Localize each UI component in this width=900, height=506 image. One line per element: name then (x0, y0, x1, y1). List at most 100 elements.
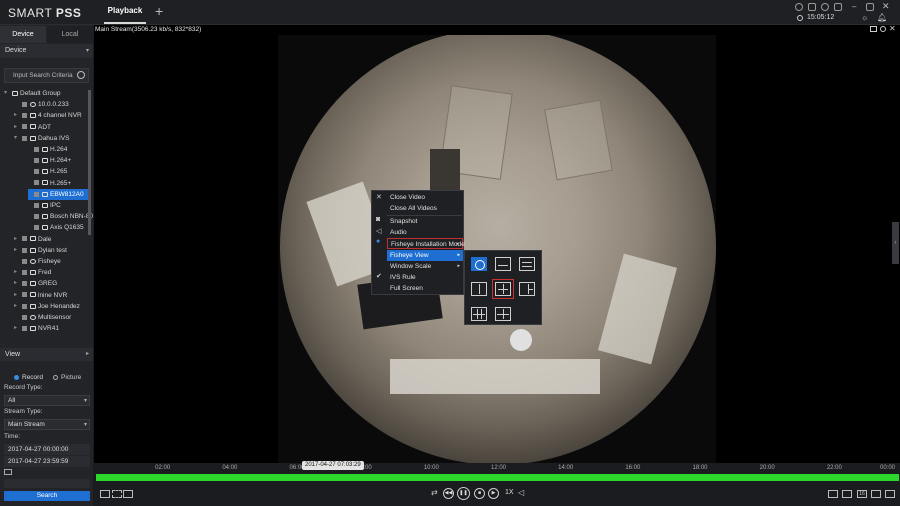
edit-layout-icon[interactable] (871, 490, 881, 498)
volume-icon[interactable]: ◁ (518, 488, 524, 497)
record-radio[interactable]: Record (14, 374, 43, 381)
fullscreen-icon[interactable] (885, 490, 895, 498)
expand-arrow-icon[interactable]: ▸ (14, 245, 17, 256)
rewind-icon[interactable]: ◀◀ (443, 488, 454, 499)
next-frame-icon[interactable]: ▶ (488, 488, 499, 499)
checkbox-icon[interactable] (22, 135, 27, 141)
tree-node[interactable]: EBW812A0 (28, 188, 90, 200)
picture-radio[interactable]: Picture (53, 374, 81, 381)
menu-fisheye-view[interactable]: Fisheye View ▸ (387, 250, 463, 261)
settings-icon[interactable] (821, 3, 829, 11)
tree-node[interactable]: ▸ Dale (14, 234, 51, 245)
checkbox-icon[interactable] (34, 169, 39, 175)
menu-fisheye-installation-mode[interactable]: Fisheye Installation Mode ▸ (387, 238, 465, 249)
view-original-icon[interactable] (471, 257, 487, 271)
tree-node[interactable]: Multisensor (22, 312, 71, 323)
checkbox-icon[interactable] (34, 146, 39, 152)
close-window-icon[interactable]: ✕ (882, 1, 890, 12)
search-icon[interactable] (77, 71, 85, 79)
tree-node[interactable]: ▸ ADT (14, 122, 51, 133)
tree-scrollbar[interactable] (88, 90, 91, 235)
checkbox-icon[interactable] (34, 225, 39, 231)
tree-node[interactable]: ▸ 4 channel NVR (14, 110, 82, 121)
checkbox-icon[interactable] (22, 325, 27, 331)
checkbox-icon[interactable] (34, 157, 39, 163)
layout-16-icon[interactable]: 16 (857, 490, 867, 498)
expand-arrow-icon[interactable]: ▸ (14, 278, 17, 289)
checkbox-icon[interactable] (22, 292, 27, 298)
view-1p4-icon[interactable] (492, 279, 514, 299)
tree-node[interactable]: H.265 (34, 166, 67, 177)
tree-node[interactable]: ▸ lnine NVR (14, 290, 67, 301)
tree-node[interactable]: ▸ NVR41 (14, 323, 59, 334)
menu-audio[interactable]: Audio (390, 227, 407, 238)
tree-node[interactable]: ▸ Fred (14, 267, 51, 278)
expand-arrow-icon[interactable]: ▸ (14, 267, 17, 278)
tree-node[interactable]: Bosch NBN-80 (34, 211, 93, 222)
search-button[interactable]: Search (4, 491, 90, 501)
menu-ivs-rule[interactable]: IVS Rule (390, 272, 416, 283)
tree-node[interactable]: ▾ Dahua IVS (14, 133, 69, 144)
checkbox-icon[interactable] (22, 236, 27, 242)
view-1p6-icon[interactable] (519, 282, 535, 296)
checkbox-icon[interactable] (22, 124, 27, 130)
tree-node[interactable]: ▸ Joe Henandez (14, 301, 80, 312)
expand-arrow-icon[interactable]: ▾ (14, 133, 17, 144)
view-panorama-icon[interactable] (495, 257, 511, 271)
user-icon[interactable] (795, 3, 803, 11)
expand-arrow-icon[interactable]: ▸ (14, 323, 17, 334)
tree-node[interactable]: Axis Q1635 (34, 222, 84, 233)
layout-9-icon[interactable] (842, 490, 852, 498)
playback-speed[interactable]: 1X (505, 489, 514, 496)
collapse-panel-handle[interactable]: ‹ (892, 222, 899, 264)
view-double-panorama-icon[interactable] (519, 257, 535, 271)
brightness-icon[interactable]: ☼ (861, 13, 868, 22)
zoom-icon[interactable] (880, 26, 886, 32)
pause-icon[interactable]: ❚❚ (457, 487, 470, 500)
device-section-header[interactable]: Device ▾ (0, 44, 93, 58)
expand-arrow-icon[interactable]: ▸ (14, 301, 17, 312)
menu-close-video[interactable]: Close Video (390, 192, 425, 203)
checkbox-icon[interactable] (22, 258, 27, 264)
menu-window-scale[interactable]: Window Scale ▸ (390, 261, 463, 272)
tree-node[interactable]: H.264+ (34, 155, 71, 166)
search-filter-field[interactable] (4, 479, 90, 488)
record-type-select[interactable]: All (4, 395, 90, 406)
expand-arrow-icon[interactable]: ▸ (14, 290, 17, 301)
help-icon[interactable] (834, 3, 842, 11)
checkbox-icon[interactable] (34, 213, 39, 219)
snapshot-icon[interactable] (870, 26, 877, 32)
expand-arrow-icon[interactable]: ▸ (14, 234, 17, 245)
tree-node[interactable]: 10.0.0.233 (22, 99, 69, 110)
checkbox-icon[interactable] (22, 314, 27, 320)
checkbox-icon[interactable] (34, 180, 39, 186)
calendar-icon[interactable] (4, 469, 12, 475)
layout-4-icon[interactable] (828, 490, 838, 498)
download-icon[interactable] (100, 490, 110, 498)
checkbox-icon[interactable] (22, 269, 27, 275)
clip-icon[interactable] (112, 490, 122, 498)
tab-local[interactable]: Local (47, 26, 93, 43)
checkbox-icon[interactable] (22, 113, 27, 119)
view-section-header[interactable]: View ▸ (0, 348, 93, 361)
checkbox-icon[interactable] (22, 247, 27, 253)
checkbox-icon[interactable] (34, 191, 39, 197)
minimize-icon[interactable]: – (852, 2, 856, 11)
tree-node[interactable]: ▾ Default Group (4, 88, 60, 99)
tree-node[interactable]: H.264 (34, 144, 67, 155)
tab-playback[interactable]: Playback (104, 0, 146, 24)
bell-icon[interactable]: 🔔︎ (877, 13, 887, 22)
lock-icon[interactable] (808, 3, 816, 11)
search-input[interactable]: Input Search Criteria (4, 68, 89, 83)
checkbox-icon[interactable] (22, 281, 27, 287)
checkbox-icon[interactable] (22, 303, 27, 309)
tree-node[interactable]: ▸ GREG (14, 278, 57, 289)
view-1p3-icon[interactable] (471, 282, 487, 296)
expand-arrow-icon[interactable]: ▾ (4, 88, 7, 99)
sync-icon[interactable]: ⇄ (431, 488, 438, 497)
view-quad-icon[interactable] (495, 307, 511, 321)
stop-icon[interactable]: ■ (474, 488, 485, 499)
menu-snapshot[interactable]: Snapshot (390, 216, 417, 227)
restore-icon[interactable] (866, 3, 874, 11)
start-time-field[interactable]: 2017-04-27 00:00:00 (4, 444, 90, 455)
